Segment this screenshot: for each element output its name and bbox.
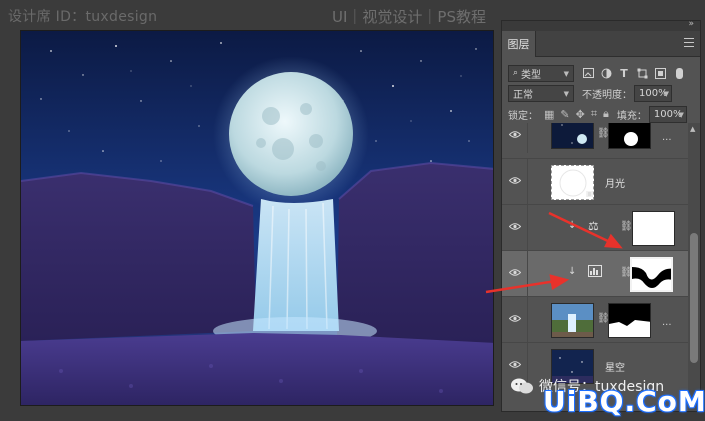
chevron-down-icon: ▼ [678,110,684,119]
link-icon[interactable]: ⛓ [620,221,633,234]
layer-name[interactable]: 星空 [605,359,625,374]
layer-row-selected[interactable]: ↓ ⛓ [502,250,688,296]
layer-row[interactable]: ⛓ ... [502,296,688,342]
layer-row[interactable]: ⛓ ... [502,123,688,153]
layer-row[interactable]: ▣ 月光 [502,158,688,204]
smart-object-badge-icon: ▣ [586,189,594,198]
wechat-icon [511,378,533,394]
filter-toggle[interactable] [676,67,683,79]
lock-brush-icon[interactable]: ✎ [560,108,569,121]
search-icon: ⌕ [513,68,519,78]
chevron-down-icon: ▼ [663,89,669,98]
lock-label: 锁定： [508,110,538,122]
layers-panel: » 图层 ⌕ 类型 ▼ T 正常 ▼ 不透明度： 100% ▼ 锁定： ▦ ✎ … [501,19,701,412]
layer-mask-thumbnail [608,123,651,149]
layer-name[interactable]: 月光 [605,175,625,190]
double-chevron-icon[interactable]: » [688,19,694,29]
adjustment-filter-icon[interactable] [600,67,612,79]
lock-artboard-icon[interactable]: ⌗ [591,107,597,121]
panel-tabs: 图层 [502,31,700,57]
image-filter-icon[interactable] [582,67,594,79]
chevron-down-icon: ▼ [563,69,569,78]
scrollbar-thumb[interactable] [690,233,698,363]
site-logo: UiBQ.CoM [543,385,705,418]
filter-type-label: 类型 [521,69,542,81]
levels-icon [588,265,602,280]
text-filter-icon[interactable]: T [618,67,630,80]
layers-scrollbar[interactable]: ▲ [688,123,700,411]
opacity-field[interactable]: 100% ▼ [634,84,672,102]
watermark-id: 设计席 ID：tuxdesign [8,9,158,25]
chevron-up-icon[interactable]: ▲ [690,125,695,133]
layer-mask-thumbnail [630,257,673,292]
layers-list: ⛓ ... ▣ 月光 ↓ ⚖ ⛓ ↓ ⛓ ⛓ ... 星空 [502,123,688,411]
lock-move-icon[interactable]: ✥ [576,108,585,121]
artwork [21,31,493,405]
link-icon[interactable]: ⛓ [597,128,610,141]
layer-more: ... [662,317,672,328]
clip-arrow-icon: ↓ [568,220,577,231]
panel-menu-icon[interactable] [684,38,694,47]
panel-title-bar: » [502,19,700,31]
eye-icon[interactable] [509,268,521,277]
eye-icon[interactable] [509,360,521,369]
chevron-down-icon: ▼ [563,89,569,98]
blend-mode-value: 正常 [513,89,533,101]
lock-all-icon[interactable]: 🔒︎ [603,107,609,121]
watermark-tutorial: UI｜视觉设计｜PS教程 [332,8,486,26]
opacity-label: 不透明度： [582,89,632,101]
eye-icon[interactable] [509,130,521,139]
lock-transparent-icon[interactable]: ▦ [544,108,554,121]
layer-thumbnail [551,303,594,338]
filter-type-select[interactable]: ⌕ 类型 ▼ [508,64,574,82]
link-icon[interactable]: ⛓ [620,267,633,280]
fill-label: 填充： [616,110,647,122]
layer-row[interactable]: ↓ ⚖ ⛓ [502,204,688,250]
shape-filter-icon[interactable] [636,67,648,79]
eye-icon[interactable] [509,222,521,231]
filter-row: ⌕ 类型 ▼ T [508,64,694,82]
eye-icon[interactable] [509,314,521,323]
blend-mode-select[interactable]: 正常 ▼ [508,84,574,102]
lock-row: 锁定： ▦ ✎ ✥ ⌗ 🔒︎ 填充： 100% ▼ [508,105,694,123]
document-canvas[interactable] [20,30,494,406]
eye-icon[interactable] [509,176,521,185]
layer-more: ... [662,132,672,143]
link-icon[interactable]: ⛓ [597,313,610,326]
layer-mask-thumbnail [632,211,675,246]
tab-layers[interactable]: 图层 [502,31,536,57]
layer-mask-thumbnail [608,303,651,338]
layer-thumbnail [551,123,594,149]
smart-object-filter-icon[interactable] [654,67,666,79]
clip-arrow-icon: ↓ [568,266,577,277]
color-balance-icon: ⚖ [588,219,599,233]
fill-field[interactable]: 100% ▼ [648,105,687,123]
blend-row: 正常 ▼ 不透明度： 100% ▼ [508,84,694,102]
